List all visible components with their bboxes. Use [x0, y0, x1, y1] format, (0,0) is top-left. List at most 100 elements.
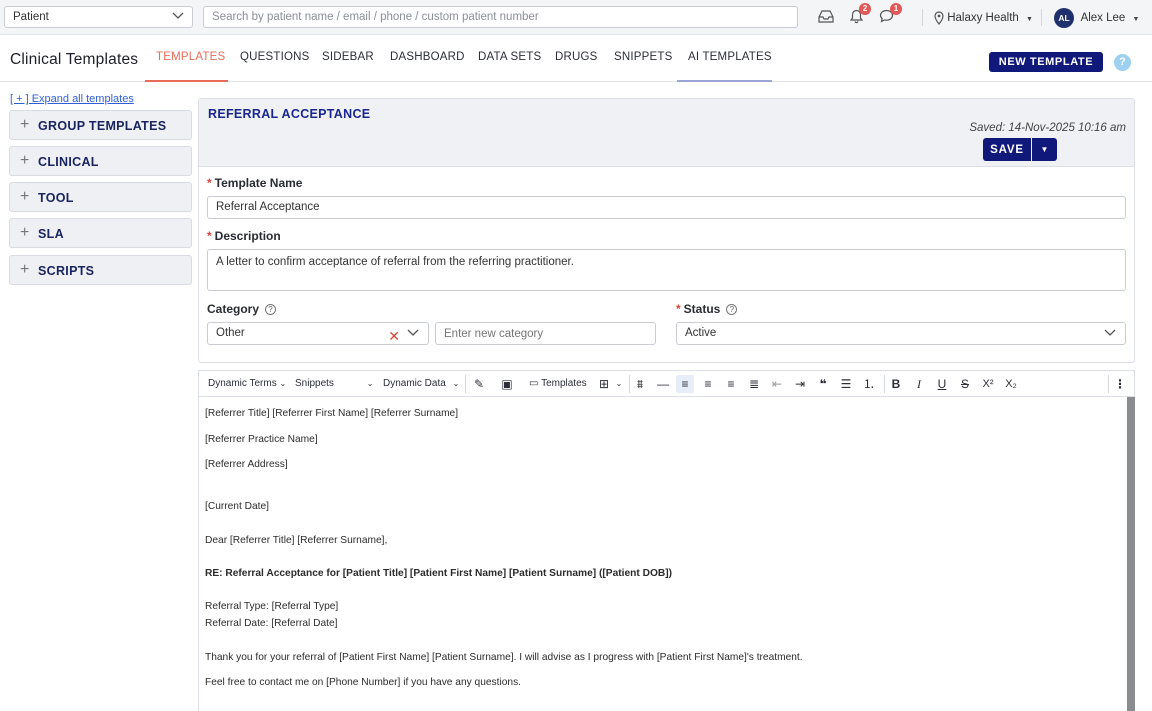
divider	[922, 9, 923, 26]
toolbar-divider	[465, 375, 466, 393]
clear-icon[interactable]: ✕	[388, 326, 400, 347]
letter-editor[interactable]: [Referrer Title] [Referrer First Name] […	[198, 397, 1135, 711]
chevron-down-icon: ⌄	[452, 379, 460, 388]
user-name: Alex Lee	[1080, 12, 1126, 24]
chevron-down-icon	[407, 329, 419, 336]
help-circle-icon[interactable]: ?	[265, 304, 277, 316]
tab-dashboard[interactable]: DASHBOARD	[390, 51, 465, 63]
align-left-icon[interactable]: ≡	[676, 375, 694, 393]
clinical-folder[interactable]: + CLINICAL	[9, 146, 192, 176]
chevron-down-icon: ⌄	[366, 379, 374, 388]
template-name-input[interactable]: Referral Acceptance	[207, 196, 1126, 219]
patient-search-input[interactable]	[203, 6, 798, 28]
editor-line: Referral Type: [Referral Type]	[205, 601, 339, 612]
expand-all-link[interactable]: [ + ] Expand all templates	[10, 93, 134, 105]
help-circle-icon[interactable]: ?	[726, 304, 738, 316]
justify-icon[interactable]: ≣	[745, 375, 763, 393]
required-marker: *	[207, 229, 212, 243]
italic-icon[interactable]: I	[910, 375, 928, 393]
required-marker: *	[676, 302, 681, 316]
avatar: AL	[1054, 8, 1074, 28]
dynamic-data-dropdown[interactable]: Dynamic Data ⌄	[383, 376, 459, 392]
template-header: REFERRAL ACCEPTANCE Saved: 14-Nov-2025 1…	[199, 99, 1134, 167]
folder-label: GROUP TEMPLATES	[38, 119, 167, 133]
align-center-icon[interactable]: ≡	[722, 375, 740, 393]
more-options-icon[interactable]: ⋮	[1111, 375, 1129, 393]
tool-folder[interactable]: + TOOL	[9, 182, 192, 212]
editor-toolbar: Dynamic Terms ⌄ Snippets ⌄ Dynamic Data …	[198, 370, 1135, 397]
status-select[interactable]: Active	[676, 322, 1126, 345]
blockquote-icon[interactable]: ❝	[814, 375, 832, 393]
subscript-icon[interactable]: X₂	[1002, 375, 1020, 393]
category-select[interactable]: Other ✕	[207, 322, 429, 345]
numbered-list-icon[interactable]: ⒈	[860, 375, 878, 393]
tab-questions[interactable]: QUESTIONS	[240, 51, 310, 63]
templates-button[interactable]: ▭ Templates	[529, 376, 587, 392]
plus-icon: +	[20, 116, 30, 133]
chevron-down-icon	[172, 12, 184, 19]
description-textarea[interactable]: A letter to confirm acceptance of referr…	[207, 249, 1126, 291]
page-title: Clinical Templates	[10, 51, 139, 68]
superscript-icon[interactable]: X²	[979, 375, 997, 393]
editor-line: Feel free to contact me on [Phone Number…	[205, 677, 521, 688]
tab-drugs[interactable]: DRUGS	[555, 51, 598, 63]
inbox-icon[interactable]	[818, 9, 834, 23]
org-name: Halaxy Health	[947, 12, 1019, 24]
indent-icon[interactable]: ⇥	[791, 375, 809, 393]
template-title: REFERRAL ACCEPTANCE	[208, 107, 371, 121]
dynamic-terms-dropdown[interactable]: Dynamic Terms ⌄	[208, 376, 286, 392]
location-pin-icon	[934, 11, 944, 25]
save-button[interactable]: SAVE	[983, 138, 1031, 161]
editor-line: [Referrer Title] [Referrer First Name] […	[205, 408, 459, 419]
sla-folder[interactable]: + SLA	[9, 218, 192, 248]
active-tab-underline	[145, 80, 228, 82]
new-category-input[interactable]	[435, 322, 656, 345]
toolbar-divider	[629, 375, 630, 393]
plus-icon: +	[20, 261, 30, 278]
folder-label: SCRIPTS	[38, 264, 95, 278]
align-right-icon[interactable]: ≡	[699, 375, 717, 393]
chevron-down-icon	[1104, 329, 1116, 336]
editor-line: Referral Date: [Referral Date]	[205, 618, 338, 629]
group-templates-folder[interactable]: + GROUP TEMPLATES	[9, 110, 192, 140]
pen-icon[interactable]: ✎	[470, 375, 488, 393]
section-nav: Clinical Templates TEMPLATES QUESTIONS S…	[0, 35, 1152, 82]
messages-button[interactable]: 1	[879, 3, 902, 23]
toolbar-divider	[884, 375, 885, 393]
horizontal-rule-icon[interactable]: —	[654, 375, 672, 393]
help-icon[interactable]: ?	[1114, 54, 1131, 71]
scripts-folder[interactable]: + SCRIPTS	[9, 255, 192, 285]
ai-tab-underline	[677, 80, 772, 82]
bullet-list-icon[interactable]: ☰	[837, 375, 855, 393]
save-options-button[interactable]: ▼	[1032, 138, 1057, 161]
editor-scrollbar[interactable]	[1127, 397, 1135, 711]
tab-snippets[interactable]: SNIPPETS	[614, 51, 672, 63]
notifications-button[interactable]: 2	[849, 3, 871, 24]
status-label: * Status?	[676, 302, 738, 316]
snippets-dropdown[interactable]: Snippets ⌄	[295, 376, 373, 392]
chevron-down-icon[interactable]: ⌄	[610, 375, 628, 393]
status-value: Active	[685, 327, 717, 339]
editor-line: Thank you for your referral of [Patient …	[205, 652, 803, 663]
messages-badge: 1	[890, 3, 902, 15]
tab-data-sets[interactable]: DATA SETS	[478, 51, 541, 63]
strikethrough-icon[interactable]: S	[956, 375, 974, 393]
new-template-button[interactable]: NEW TEMPLATE	[989, 52, 1103, 72]
underline-icon[interactable]: U	[933, 375, 951, 393]
tab-templates[interactable]: TEMPLATES	[156, 51, 225, 63]
plus-icon: +	[20, 224, 30, 241]
folder-label: CLINICAL	[38, 155, 99, 169]
page-break-icon[interactable]: ⩩	[631, 375, 649, 393]
outdent-icon[interactable]: ⇤	[768, 375, 786, 393]
required-marker: *	[207, 176, 212, 190]
bold-icon[interactable]: B	[887, 375, 905, 393]
plus-icon: +	[20, 188, 30, 205]
patient-type-select[interactable]: Patient	[4, 6, 193, 28]
template-form-card: REFERRAL ACCEPTANCE Saved: 14-Nov-2025 1…	[198, 98, 1135, 363]
tab-ai-templates[interactable]: AI TEMPLATES	[688, 51, 772, 63]
image-icon[interactable]: ▣	[498, 375, 516, 393]
org-switcher[interactable]: Halaxy Health ▼	[934, 9, 1033, 27]
tab-sidebar[interactable]: SIDEBAR	[322, 51, 374, 63]
user-menu[interactable]: AL Alex Lee ▼	[1054, 8, 1139, 28]
notifications-badge: 2	[859, 3, 871, 15]
